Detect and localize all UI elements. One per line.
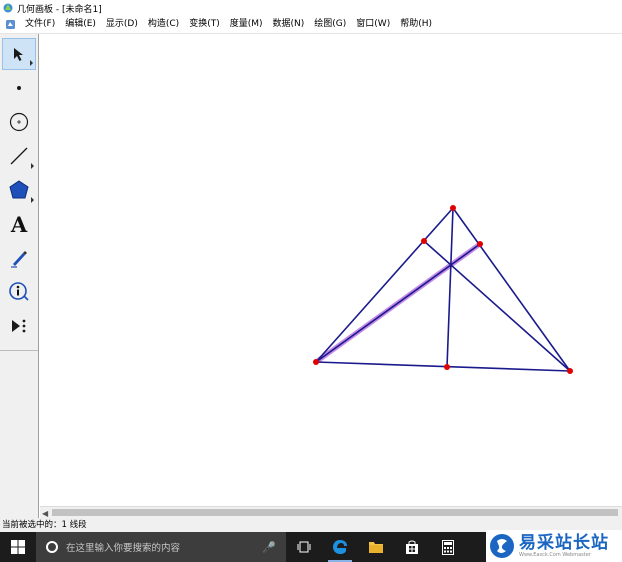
menu-file[interactable]: 文件(F) (20, 16, 60, 33)
menu-edit[interactable]: 编辑(E) (60, 16, 101, 33)
triangle-side-right[interactable] (452, 207, 571, 372)
line-tool[interactable] (2, 140, 36, 172)
watermark-logo-icon (490, 534, 514, 558)
marker-tool[interactable] (2, 242, 36, 274)
altitude-from-top[interactable] (446, 207, 454, 368)
menu-bar: 文件(F) 编辑(E) 显示(D) 构造(C) 变换(T) 度量(M) 数据(N… (0, 16, 622, 34)
menu-display[interactable]: 显示(D) (101, 16, 143, 33)
calculator-button[interactable] (430, 532, 466, 562)
windows-logo-icon (11, 540, 25, 554)
cortana-icon (46, 541, 58, 553)
toolbox: A (0, 34, 39, 518)
file-explorer-icon (369, 542, 383, 553)
menu-window[interactable]: 窗口(W) (351, 16, 395, 33)
scroll-left-arrow-icon[interactable]: ◀ (42, 509, 48, 518)
marker-pen-icon (11, 251, 27, 268)
line-icon (10, 147, 28, 165)
vertex-point-right[interactable] (567, 368, 573, 374)
calculator-icon (442, 539, 454, 555)
polygon-icon (9, 180, 29, 199)
menu-measure[interactable]: 度量(M) (225, 16, 268, 33)
altitude-from-left-selected[interactable] (315, 243, 481, 363)
polygon-tool[interactable] (2, 174, 36, 206)
point-tool[interactable] (2, 72, 36, 104)
file-explorer-button[interactable] (358, 532, 394, 562)
window-title: 几何画板 - [未命名1] (17, 4, 102, 15)
vertex-point-left[interactable] (313, 359, 319, 365)
store-icon (406, 540, 418, 554)
information-tool[interactable] (2, 276, 36, 308)
arrow-icon (14, 48, 23, 61)
start-button[interactable] (0, 532, 36, 562)
menu-transform[interactable]: 变换(T) (184, 16, 225, 33)
triangle-side-bottom[interactable] (315, 361, 571, 372)
edge-icon (333, 540, 347, 554)
play-tools-icon (12, 319, 26, 333)
submenu-indicator (31, 163, 34, 169)
task-view-button[interactable] (286, 532, 322, 562)
search-placeholder: 在这里输入你要搜索的内容 (66, 543, 181, 554)
foot-point-left-side[interactable] (421, 238, 427, 244)
status-text: 当前被选中的：1 线段 (2, 520, 87, 530)
submenu-indicator (31, 197, 34, 203)
compass-tool[interactable] (2, 106, 36, 138)
site-watermark: 易采站长站 Www.Easck.Com Webmaster (486, 530, 622, 562)
taskbar-search-box[interactable]: 在这里输入你要搜索的内容 🎤 (36, 532, 286, 562)
submenu-indicator (30, 60, 33, 66)
edge-button[interactable] (322, 532, 358, 562)
info-icon (9, 282, 29, 301)
menu-graph[interactable]: 绘图(G) (309, 16, 351, 33)
sketchpad-app-icon (3, 3, 13, 13)
point-icon (17, 86, 21, 90)
triangle-side-left[interactable] (315, 207, 454, 363)
microphone-icon[interactable]: 🎤 (262, 541, 276, 554)
menu-construct[interactable]: 构造(C) (143, 16, 184, 33)
store-button[interactable] (394, 532, 430, 562)
altitude-from-right[interactable] (423, 240, 571, 372)
vertex-point-top[interactable] (450, 205, 456, 211)
text-icon: A (10, 211, 28, 237)
sketch-canvas[interactable] (40, 34, 622, 506)
arrow-select-tool[interactable] (2, 38, 36, 70)
text-tool[interactable]: A (2, 208, 36, 240)
geometry-drawing[interactable] (40, 34, 622, 506)
watermark-title: 易采站长站 (519, 533, 609, 553)
menu-data[interactable]: 数据(N) (268, 16, 310, 33)
toolbox-divider (0, 350, 38, 351)
foot-point-bottom-side[interactable] (444, 364, 450, 370)
menu-help[interactable]: 帮助(H) (395, 16, 437, 33)
foot-point-right-side[interactable] (477, 241, 483, 247)
compass-icon (9, 112, 29, 132)
document-icon[interactable] (5, 19, 16, 30)
task-view-icon (297, 541, 311, 553)
title-bar: 几何画板 - [未命名1] (0, 0, 622, 16)
scrollbar-thumb[interactable] (52, 509, 618, 516)
custom-tool[interactable] (2, 310, 36, 342)
